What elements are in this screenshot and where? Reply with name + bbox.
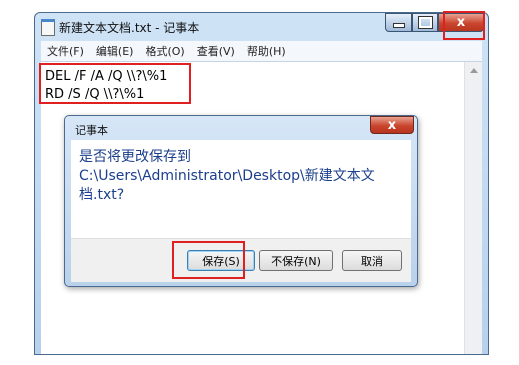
save-button[interactable]: 保存(S) xyxy=(187,250,255,271)
dialog-body: 是否将更改保存到 C:\Users\Administrator\Desktop\… xyxy=(71,140,411,282)
menu-help[interactable]: 帮助(H) xyxy=(241,43,292,59)
dialog-message: 是否将更改保存到 C:\Users\Administrator\Desktop\… xyxy=(79,149,375,203)
dont-save-button[interactable]: 不保存(N) xyxy=(259,250,333,271)
editor-line: RD /S /Q \\?\%1 xyxy=(45,87,145,102)
close-icon: x xyxy=(456,15,466,30)
menu-bar: 文件(F) 编辑(E) 格式(O) 查看(V) 帮助(H) xyxy=(41,41,482,61)
scroll-up-arrow-icon[interactable] xyxy=(470,68,478,73)
minimize-button[interactable] xyxy=(385,13,412,32)
menu-file[interactable]: 文件(F) xyxy=(41,43,90,59)
save-prompt-dialog: 记事本 x 是否将更改保存到 C:\Users\Administrator\De… xyxy=(64,115,418,287)
menu-format[interactable]: 格式(O) xyxy=(139,43,190,59)
editor-line: DEL /F /A /Q \\?\%1 xyxy=(45,69,168,84)
menu-view[interactable]: 查看(V) xyxy=(191,43,241,59)
menu-edit[interactable]: 编辑(E) xyxy=(90,43,140,59)
minimize-icon xyxy=(392,23,405,28)
cancel-button[interactable]: 取消 xyxy=(342,250,402,271)
maximize-button[interactable] xyxy=(412,13,438,32)
vertical-scrollbar[interactable] xyxy=(464,62,482,354)
editor-content[interactable]: DEL /F /A /Q \\?\%1 RD /S /Q \\?\%1 xyxy=(45,68,167,104)
dialog-close-button[interactable]: x xyxy=(370,116,414,134)
close-icon: x xyxy=(387,117,397,133)
window-title: 新建文本文档.txt - 记事本 xyxy=(59,21,200,35)
dialog-title: 记事本 xyxy=(75,124,108,137)
notepad-app-icon xyxy=(41,19,55,36)
close-button[interactable]: x xyxy=(438,13,484,32)
dialog-button-bar: 保存(S) 不保存(N) 取消 xyxy=(71,238,411,282)
maximize-icon xyxy=(417,16,433,29)
